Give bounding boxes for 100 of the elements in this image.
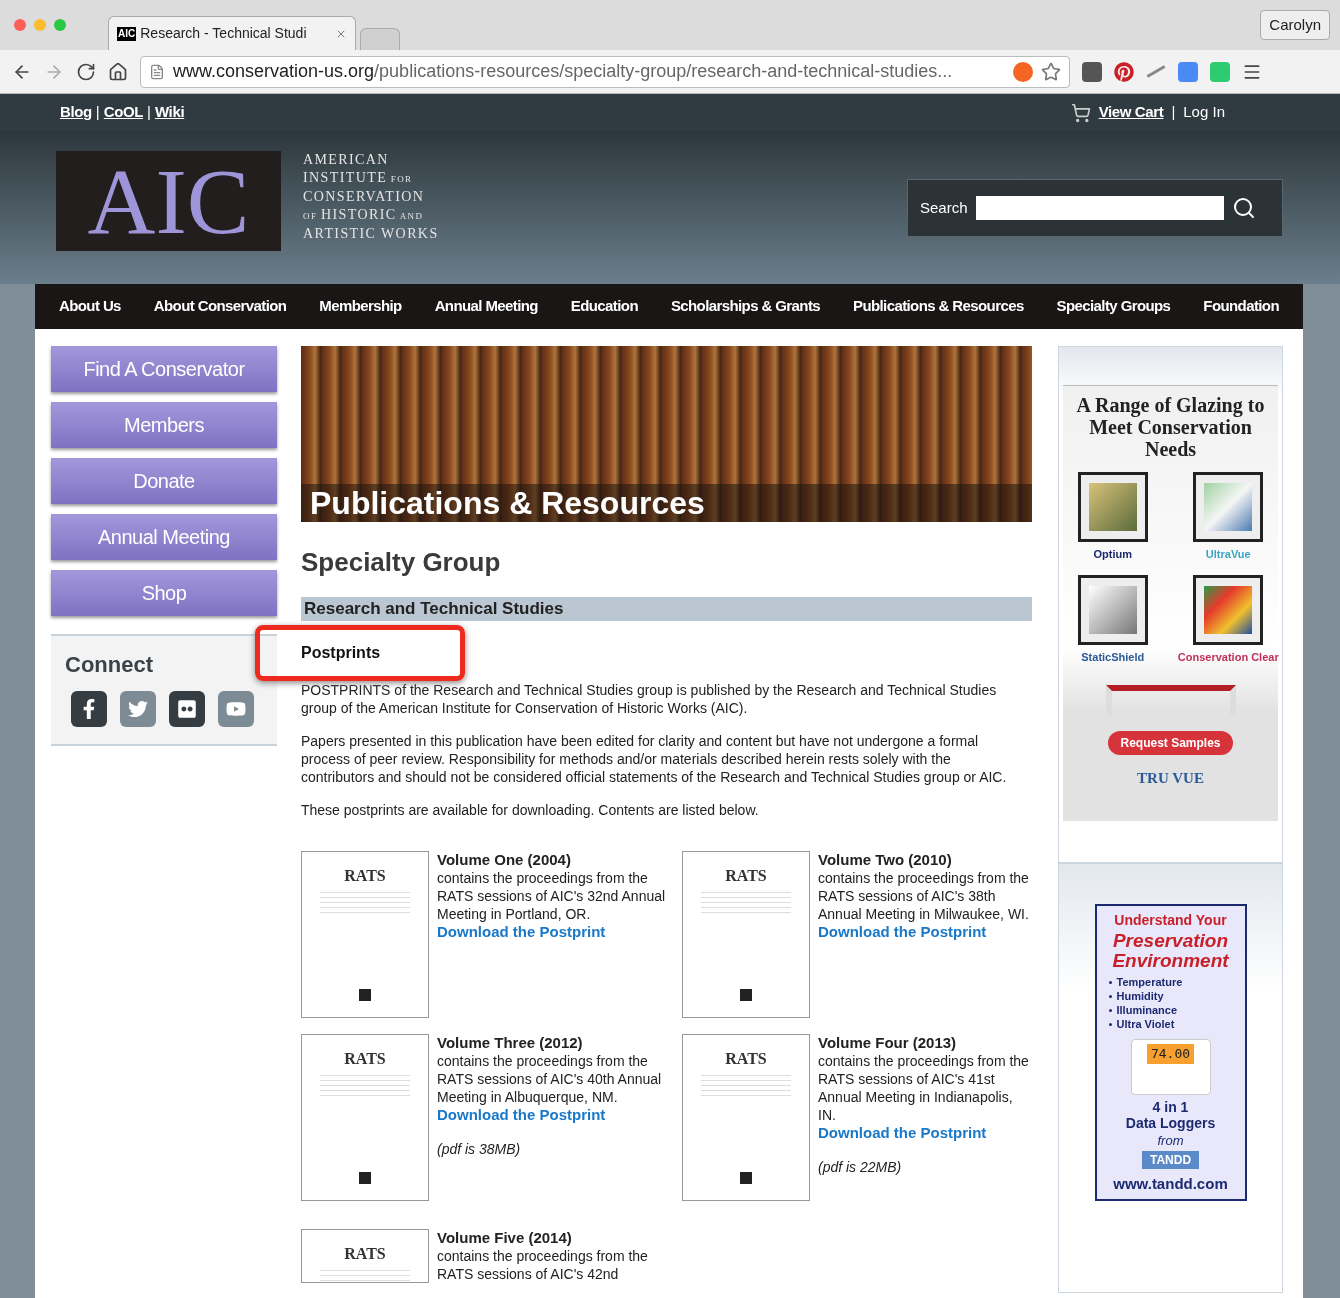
twitter-icon[interactable] xyxy=(120,691,156,727)
feature-item: Illuminance xyxy=(1116,1003,1178,1017)
flickr-icon[interactable] xyxy=(169,691,205,727)
youtube-icon[interactable] xyxy=(218,691,254,727)
product-name: StaticShield xyxy=(1081,649,1145,665)
tab-title: Research - Technical Studi xyxy=(140,24,307,43)
logo-wordmark-line: OF HISTORIC AND xyxy=(303,206,425,224)
nav-link[interactable]: About Conservation xyxy=(153,295,287,318)
bullet-icon xyxy=(1108,980,1112,984)
download-link[interactable]: Download the Postprint xyxy=(818,923,1032,941)
extension-icon[interactable] xyxy=(1082,61,1102,82)
pinterest-icon[interactable] xyxy=(1114,61,1134,82)
body-paragraph: Papers presented in this publication have been edited for clarity and content but have not undergone a formal process of peer review. Responsibility for methods and/or materials described herein rests solely with the contributors and should not be considered official statements of the Research and Technical Studies group or AIC. xyxy=(301,732,1008,786)
facebook-icon[interactable] xyxy=(71,691,107,727)
cart-icon xyxy=(1070,102,1091,123)
download-link[interactable]: Download the Postprint xyxy=(437,923,666,941)
aic-logo: AIC xyxy=(56,151,281,251)
page-title: Specialty Group xyxy=(301,546,502,578)
separator: | xyxy=(1171,102,1176,123)
favicon: AIC xyxy=(117,26,137,41)
home-icon[interactable] xyxy=(108,61,128,82)
separator: | xyxy=(147,102,151,123)
ad-text: 4 in 1 xyxy=(1152,1099,1189,1115)
nav-link[interactable]: Scholarships & Grants xyxy=(670,295,821,318)
hero-title: Publications & Resources xyxy=(301,484,1032,522)
feature-item: Ultra Violet xyxy=(1116,1017,1175,1031)
feature-item: Humidity xyxy=(1116,989,1164,1003)
nav-link[interactable]: Publications & Resources xyxy=(853,295,1024,318)
download-link[interactable]: Download the Postprint xyxy=(437,1106,666,1124)
address-bar[interactable]: www.conservation-us.org/publications-resources/specialty-group/research-and-technical-studies... xyxy=(140,55,1070,88)
volume-description: contains the proceedings from the RATS sessions of AIC's 41st Annual Meeting in Indianapolis, IN. xyxy=(818,1052,1030,1124)
body-paragraph: These postprints are available for downloading. Contents are listed below. xyxy=(301,801,760,819)
nav-link[interactable]: About Us xyxy=(59,295,121,318)
bullet-icon xyxy=(1108,1008,1112,1012)
close-window-icon[interactable] xyxy=(14,19,26,31)
nav-link[interactable]: Education xyxy=(570,295,638,318)
logo-wordmark-line: INSTITUTE FOR xyxy=(303,169,414,187)
nav-link[interactable]: Annual Meeting xyxy=(434,295,538,318)
search-label: Search xyxy=(920,197,968,218)
glazing-ad[interactable]: A Range of Glazing to Meet Conservation Needs Optium UltraVue StaticShield Conservation Clear Request Samples TRU VUE xyxy=(1063,385,1278,821)
nav-link[interactable]: Foundation xyxy=(1203,295,1279,318)
brand-logo: TRU VUE xyxy=(1137,769,1204,788)
logo-wordmark-line: AMERICAN xyxy=(303,151,390,169)
ad-text: Data Loggers xyxy=(1125,1115,1216,1131)
product-name: Conservation Clear xyxy=(1177,649,1279,665)
utility-link[interactable]: Blog xyxy=(60,101,92,124)
cover-title: RATS xyxy=(725,1051,767,1067)
volume-description: contains the proceedings from the RATS sessions of AIC's 42nd xyxy=(437,1247,649,1283)
login-link[interactable]: Log In xyxy=(1183,101,1225,124)
search-field[interactable] xyxy=(975,196,1224,220)
cover-logo xyxy=(359,1172,371,1184)
browser-tab[interactable]: AIC Research - Technical Studi xyxy=(108,16,356,50)
subheading: Postprints xyxy=(301,644,381,661)
cover-logo xyxy=(740,989,752,1001)
file-size-note: (pdf is 22MB) xyxy=(818,1158,903,1176)
product-name: Optium xyxy=(1093,547,1132,562)
bullet-icon xyxy=(1108,1022,1112,1026)
framed-artwork xyxy=(1193,574,1264,645)
nav-link[interactable]: Membership xyxy=(319,295,402,318)
request-samples-button[interactable]: Request Samples xyxy=(1108,731,1233,755)
reload-icon[interactable] xyxy=(76,61,96,82)
cover-title: RATS xyxy=(725,868,767,884)
page-icon xyxy=(149,63,165,80)
volume-description: contains the proceedings from the RATS sessions of AIC's 38th Annual Meeting in Milwaukee, WI. xyxy=(818,869,1030,923)
view-cart-link[interactable]: View Cart xyxy=(1098,101,1164,124)
cover-title: RATS xyxy=(344,1246,386,1262)
file-size-note: (pdf is 38MB) xyxy=(437,1140,522,1158)
nav-link[interactable]: Specialty Groups xyxy=(1056,295,1171,318)
cover-logo xyxy=(740,1172,752,1184)
ad-url: www.tandd.com xyxy=(1113,1173,1228,1194)
data-logger-ad[interactable]: Understand Your Preservation Environment Temperature Humidity Illuminance Ultra Violet 74.00 4 in 1 Data Loggers from TANDD www.tandd.com xyxy=(1094,904,1247,1201)
utility-link[interactable]: Wiki xyxy=(154,101,185,124)
lcd-display: 74.00 xyxy=(1146,1044,1195,1064)
cover-logo xyxy=(359,989,371,1001)
extension-icon[interactable] xyxy=(1013,61,1033,82)
volume-title: Volume Four (2013) xyxy=(818,1034,958,1052)
cover-title: RATS xyxy=(344,1051,386,1067)
ad-headline: Preservation Environment xyxy=(1111,931,1230,971)
volume-title: Volume Two (2010) xyxy=(818,851,953,869)
profile-button[interactable]: Carolyn xyxy=(1260,10,1330,40)
bullet-icon xyxy=(1108,994,1112,998)
volume-title: Volume Three (2012) xyxy=(437,1034,584,1052)
search-icon[interactable] xyxy=(1231,196,1256,220)
product-name: UltraVue xyxy=(1205,547,1251,562)
utility-link[interactable]: CoOL xyxy=(103,101,144,124)
framed-artwork xyxy=(1193,472,1264,542)
volume-title: Volume Five (2014) xyxy=(437,1229,573,1247)
connect-heading: Connect xyxy=(65,651,154,679)
brand-logo: TANDD xyxy=(1141,1150,1200,1169)
separator: | xyxy=(95,102,100,123)
ad-headline: Understand Your xyxy=(1114,911,1227,930)
ad-text: from xyxy=(1157,1132,1184,1150)
bookmark-star-icon[interactable] xyxy=(1041,61,1061,82)
framed-artwork xyxy=(1077,472,1148,542)
body-paragraph: POSTPRINTS of the Research and Technical Studies group is published by the Research and Technical Studies group of the American Institute for Conservation of Historic Works (AIC). xyxy=(301,681,998,717)
volume-description: contains the proceedings from the RATS sessions of AIC's 40th Annual Meeting in Albuquerque, NM. xyxy=(437,1052,663,1106)
download-link[interactable]: Download the Postprint xyxy=(818,1124,1032,1142)
framed-artwork xyxy=(1077,574,1148,645)
volume-description: contains the proceedings from the RATS sessions of AIC's 32nd Annual Meeting in Portland, OR. xyxy=(437,869,666,923)
ad-headline: A Range of Glazing to Meet Conservation Needs xyxy=(1075,394,1266,460)
